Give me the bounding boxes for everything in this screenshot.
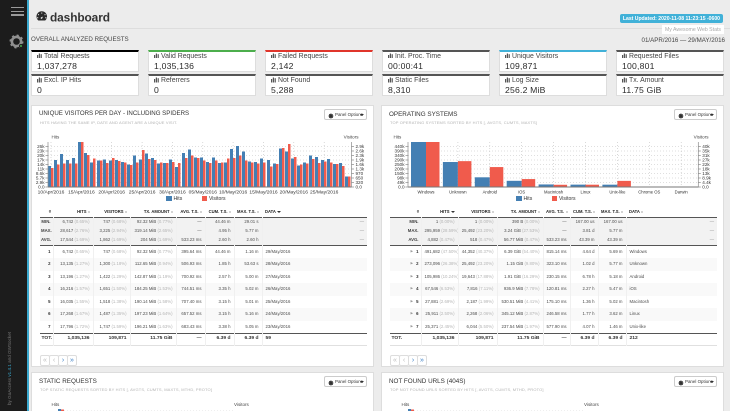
svg-text:Hits: Hits bbox=[394, 134, 403, 139]
svg-text:Unix-like: Unix-like bbox=[609, 189, 626, 194]
svg-text:iOS: iOS bbox=[518, 189, 525, 194]
svg-text:Android: Android bbox=[483, 189, 498, 194]
svg-text:Unknown: Unknown bbox=[449, 189, 467, 194]
svg-text:Visitors: Visitors bbox=[694, 134, 710, 139]
svg-text:Darwin: Darwin bbox=[675, 189, 689, 194]
svg-text:0.0: 0.0 bbox=[398, 184, 405, 189]
svg-text:Linux: Linux bbox=[580, 189, 591, 194]
svg-text:Chrome OS: Chrome OS bbox=[638, 189, 660, 194]
svg-text:Visitors: Visitors bbox=[344, 134, 360, 139]
svg-text:Hits: Hits bbox=[52, 134, 61, 139]
svg-text:Macintosh: Macintosh bbox=[544, 189, 564, 194]
svg-text:0.0: 0.0 bbox=[38, 184, 45, 189]
svg-text:Windows: Windows bbox=[418, 189, 435, 194]
svg-text:0.0: 0.0 bbox=[702, 184, 709, 189]
svg-text:0.0: 0.0 bbox=[356, 184, 363, 189]
